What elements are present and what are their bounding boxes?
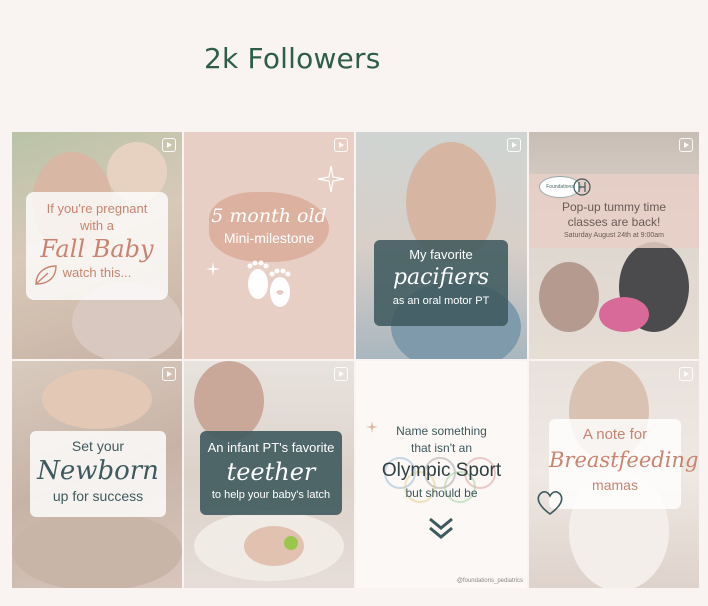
- post-text-1: If you're pregnant: [46, 201, 148, 216]
- post-text-1: Set your: [71, 438, 125, 454]
- sparkle-icon: [206, 262, 220, 276]
- followers-title: 2k Followers: [204, 42, 381, 75]
- sparkle-icon: [318, 166, 344, 192]
- post-big-text: Olympic Sport: [381, 460, 502, 481]
- post-script-text: Breastfeeding: [549, 448, 699, 472]
- post-text-2: with a: [80, 218, 114, 233]
- post-tile-tummy-time[interactable]: Pop-up tummy time classes are back! Satu…: [529, 132, 699, 359]
- post-text-3: but should be: [405, 486, 478, 500]
- post-text-1: An infant PT's favorite: [207, 440, 335, 455]
- post-card: My favorite pacifiers as an oral motor P…: [374, 240, 508, 326]
- post-card: An infant PT's favorite teether to help …: [200, 431, 342, 515]
- post-tile-olympic-sport[interactable]: Name something that isn't an Olympic Spo…: [356, 361, 527, 588]
- logo-icon: [573, 178, 591, 196]
- post-grid: If you're pregnant with a Fall Baby watc…: [12, 132, 699, 588]
- post-handle: @foundations_pediatrics: [456, 578, 523, 584]
- post-script-text: pacifiers: [392, 265, 490, 290]
- reel-icon: [334, 367, 348, 381]
- post-text-2: classes are back!: [567, 215, 661, 229]
- footprints-icon: [247, 260, 291, 307]
- post-text-3: Saturday August 24th at 9:00am: [563, 232, 664, 239]
- post-card: A note for Breastfeeding mamas: [549, 419, 699, 509]
- post-tile-newborn[interactable]: Set your Newborn up for success: [12, 361, 182, 588]
- post-script-text: 5 month old: [211, 205, 327, 227]
- leaf-icon: [35, 265, 57, 285]
- reel-icon: [679, 367, 693, 381]
- post-text-3: to help your baby's latch: [211, 489, 331, 501]
- double-chevron-down-icon: [429, 517, 453, 539]
- post-text-2: that isn't an: [411, 441, 472, 455]
- heart-icon: [537, 491, 563, 515]
- post-tile-fall-baby[interactable]: If you're pregnant with a Fall Baby watc…: [12, 132, 182, 359]
- reel-icon: [507, 138, 521, 152]
- post-text-3: up for success: [52, 488, 144, 504]
- reel-icon: [162, 138, 176, 152]
- post-card: Name something that isn't an Olympic Spo…: [356, 423, 527, 502]
- post-text-1: My favorite: [409, 247, 473, 262]
- post-text-1: Pop-up tummy time: [561, 200, 667, 214]
- post-tile-breastfeeding[interactable]: A note for Breastfeeding mamas: [529, 361, 699, 588]
- post-card: Set your Newborn up for success: [30, 431, 166, 517]
- post-text-3: as an oral motor PT: [392, 295, 490, 307]
- post-script-text: Newborn: [37, 456, 159, 486]
- post-script-text: teether: [226, 458, 316, 486]
- post-tile-pacifiers[interactable]: My favorite pacifiers as an oral motor P…: [356, 132, 527, 359]
- post-text-1: Name something: [396, 424, 487, 438]
- reel-icon: [162, 367, 176, 381]
- post-tile-5-month[interactable]: 5 month old Mini-milestone: [184, 132, 354, 359]
- reel-icon: [679, 138, 693, 152]
- post-text-1: A note for: [582, 426, 648, 443]
- post-tile-teether[interactable]: An infant PT's favorite teether to help …: [184, 361, 354, 588]
- post-text-3: mamas: [592, 477, 638, 493]
- reel-icon: [334, 138, 348, 152]
- post-script-text: Fall Baby: [40, 235, 154, 263]
- post-text-2: Mini-milestone: [223, 230, 315, 246]
- post-card: 5 month old Mini-milestone: [184, 204, 354, 248]
